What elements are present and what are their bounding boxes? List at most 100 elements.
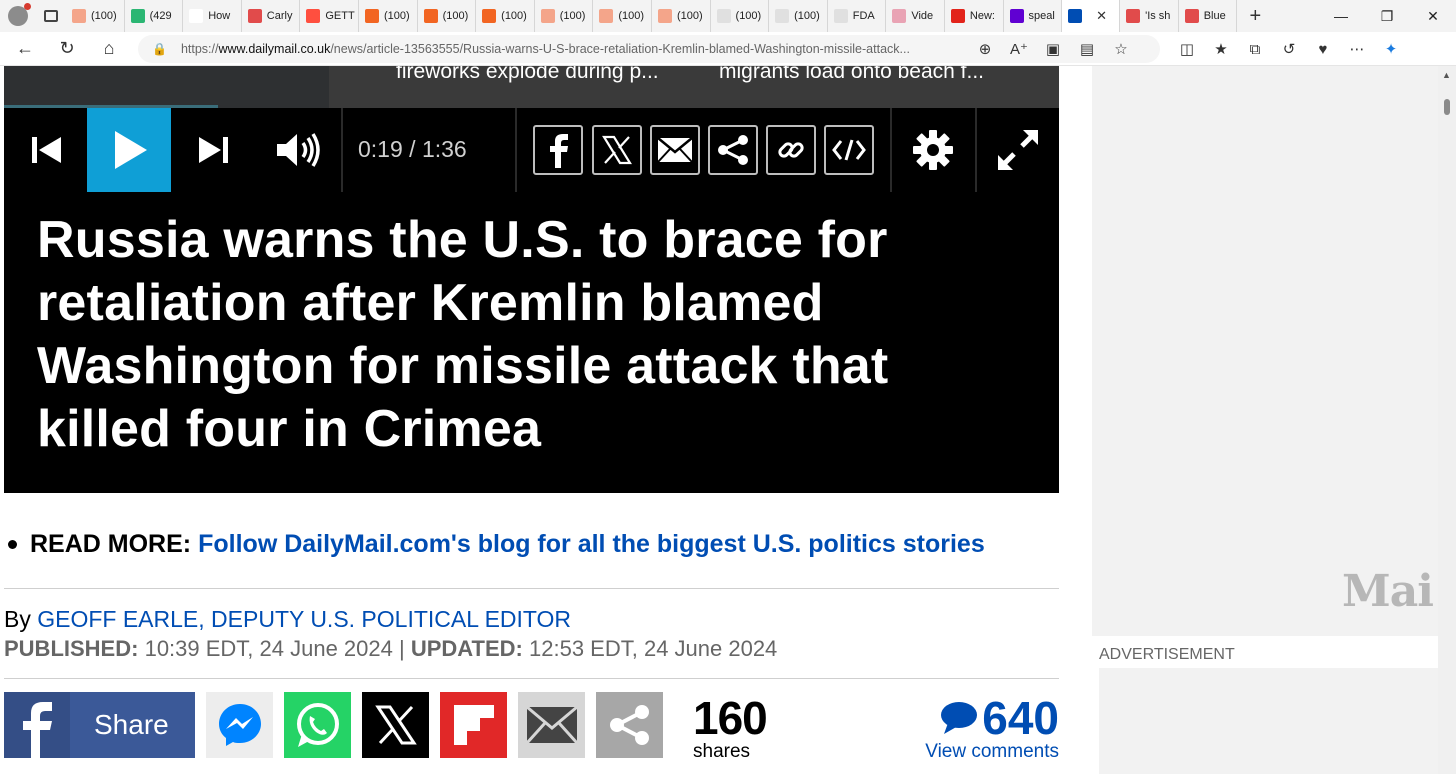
zoom-icon[interactable]: ⊕ [968, 32, 1002, 66]
browser-tab[interactable]: FDA [828, 0, 887, 32]
read-more-link[interactable]: Follow DailyMail.com's blog for all the … [198, 530, 985, 559]
tab-title: speal [1028, 10, 1055, 22]
settings-more-icon[interactable]: ⋯ [1340, 32, 1374, 66]
email-share-button[interactable] [518, 692, 585, 758]
next-button[interactable] [182, 108, 246, 192]
browser-tab[interactable]: (100) [769, 0, 828, 32]
tab-favicon-icon [833, 9, 848, 23]
url-prefix: https:// [180, 42, 219, 56]
browser-tab[interactable]: 'Is sh [1120, 0, 1179, 32]
view-comments-label[interactable]: View comments [925, 741, 1059, 763]
email-icon [657, 137, 693, 163]
video-share-email[interactable] [650, 125, 700, 175]
updated-label: UPDATED: [410, 636, 523, 661]
share-icon [609, 705, 649, 745]
tab-title: 'Is sh [1145, 10, 1171, 22]
browser-tab[interactable]: ✕ [1062, 0, 1121, 32]
control-divider [515, 108, 517, 192]
browser-essentials-icon[interactable]: ♥ [1306, 32, 1340, 66]
comments-count[interactable]: 640 [982, 692, 1059, 744]
author-link[interactable]: GEOFF EARLE, DEPUTY U.S. POLITICAL EDITO… [37, 606, 571, 632]
tab-title: New: [969, 10, 995, 22]
browser-tab[interactable]: (100) [652, 0, 711, 32]
browser-tab[interactable]: GETT [300, 0, 359, 32]
profile-button[interactable] [0, 0, 36, 32]
control-divider [975, 108, 977, 192]
related-video-caption[interactable]: migrants load onto beach f... [719, 66, 984, 84]
read-aloud-icon[interactable]: A⁺ [1002, 32, 1036, 66]
video-share-x[interactable] [592, 125, 642, 175]
volume-button[interactable] [266, 108, 330, 192]
facebook-icon [550, 134, 568, 168]
tab-favicon-icon [482, 9, 497, 23]
browser-tab[interactable]: (100) [593, 0, 652, 32]
video-player[interactable]: fireworks explode during p... migrants l… [4, 66, 1059, 493]
tab-title: How [208, 10, 231, 22]
back-button[interactable]: ← [4, 32, 46, 66]
minimize-button[interactable]: — [1318, 0, 1364, 32]
copilot-icon[interactable]: ✦ [1374, 32, 1408, 66]
browser-tab[interactable]: (100) [66, 0, 125, 32]
favorite-star-icon[interactable]: ☆ [1104, 32, 1138, 66]
facebook-share-button[interactable]: Share [4, 692, 195, 758]
browser-tab[interactable]: (100) [535, 0, 594, 32]
browser-tab[interactable]: (100) [476, 0, 535, 32]
byline: By GEOFF EARLE, DEPUTY U.S. POLITICAL ED… [4, 606, 571, 633]
browser-tab[interactable]: Carly [242, 0, 301, 32]
browser-tab[interactable]: (100) [418, 0, 477, 32]
whatsapp-share-button[interactable] [284, 692, 351, 758]
immersive-reader-icon[interactable]: ▤ [1070, 32, 1104, 66]
tab-actions-button[interactable] [36, 0, 66, 32]
x-share-button[interactable] [362, 692, 429, 758]
previous-button[interactable] [14, 108, 78, 192]
messenger-icon [218, 704, 261, 746]
related-videos-strip[interactable]: fireworks explode during p... migrants l… [4, 66, 1059, 108]
email-icon [525, 706, 578, 744]
browser-tab[interactable]: Blue [1179, 0, 1238, 32]
settings-button[interactable] [900, 108, 966, 192]
browser-tab[interactable]: New: [945, 0, 1004, 32]
browser-tab[interactable]: speal [1004, 0, 1063, 32]
close-window-button[interactable]: ✕ [1410, 0, 1456, 32]
split-screen-icon[interactable]: ◫ [1170, 32, 1204, 66]
collections-icon[interactable]: ⧉ [1238, 32, 1272, 66]
history-icon[interactable]: ↺ [1272, 32, 1306, 66]
browser-tab[interactable]: How [183, 0, 242, 32]
messenger-share-button[interactable] [206, 692, 273, 758]
flipboard-share-button[interactable] [440, 692, 507, 758]
related-video-caption[interactable]: fireworks explode during p... [396, 66, 659, 84]
more-share-button[interactable] [596, 692, 663, 758]
video-share-more[interactable] [708, 125, 758, 175]
app-available-icon[interactable]: ▣ [1036, 32, 1070, 66]
tab-title: (100) [676, 10, 703, 22]
refresh-button[interactable]: ↻ [46, 32, 88, 66]
dailymail-logo[interactable]: Mai [1342, 566, 1434, 617]
browser-tab[interactable]: Vide [886, 0, 945, 32]
browser-tab[interactable]: (100) [711, 0, 770, 32]
video-copy-link[interactable] [766, 125, 816, 175]
by-label: By [4, 606, 31, 632]
tab-favicon-icon [599, 9, 614, 23]
browser-tab[interactable]: (100) [359, 0, 418, 32]
home-button[interactable]: ⌂ [88, 32, 130, 66]
play-button[interactable] [87, 108, 171, 192]
page-scrollbar[interactable]: ▲ [1438, 66, 1456, 774]
scrollbar-thumb[interactable] [1444, 99, 1450, 115]
maximize-button[interactable]: ❐ [1364, 0, 1410, 32]
browser-tab[interactable]: (429 [125, 0, 184, 32]
time-separator: / [409, 136, 416, 162]
fullscreen-button[interactable] [984, 108, 1052, 192]
time-total: 1:36 [421, 136, 467, 162]
new-tab-button[interactable]: + [1237, 0, 1273, 32]
x-icon [374, 705, 417, 745]
video-thumbnail[interactable] [4, 66, 329, 108]
video-share-facebook[interactable] [533, 125, 583, 175]
scroll-up-icon[interactable]: ▲ [1442, 70, 1451, 80]
comments-link[interactable]: 640 View comments [925, 692, 1059, 763]
facebook-share-label: Share [94, 709, 169, 740]
advertisement-slot[interactable] [1099, 668, 1438, 774]
article-headline: Russia warns the U.S. to brace for retal… [37, 211, 889, 458]
video-embed-code[interactable] [824, 125, 874, 175]
close-tab-icon[interactable]: ✕ [1096, 8, 1107, 24]
favorites-icon[interactable]: ★ [1204, 32, 1238, 66]
